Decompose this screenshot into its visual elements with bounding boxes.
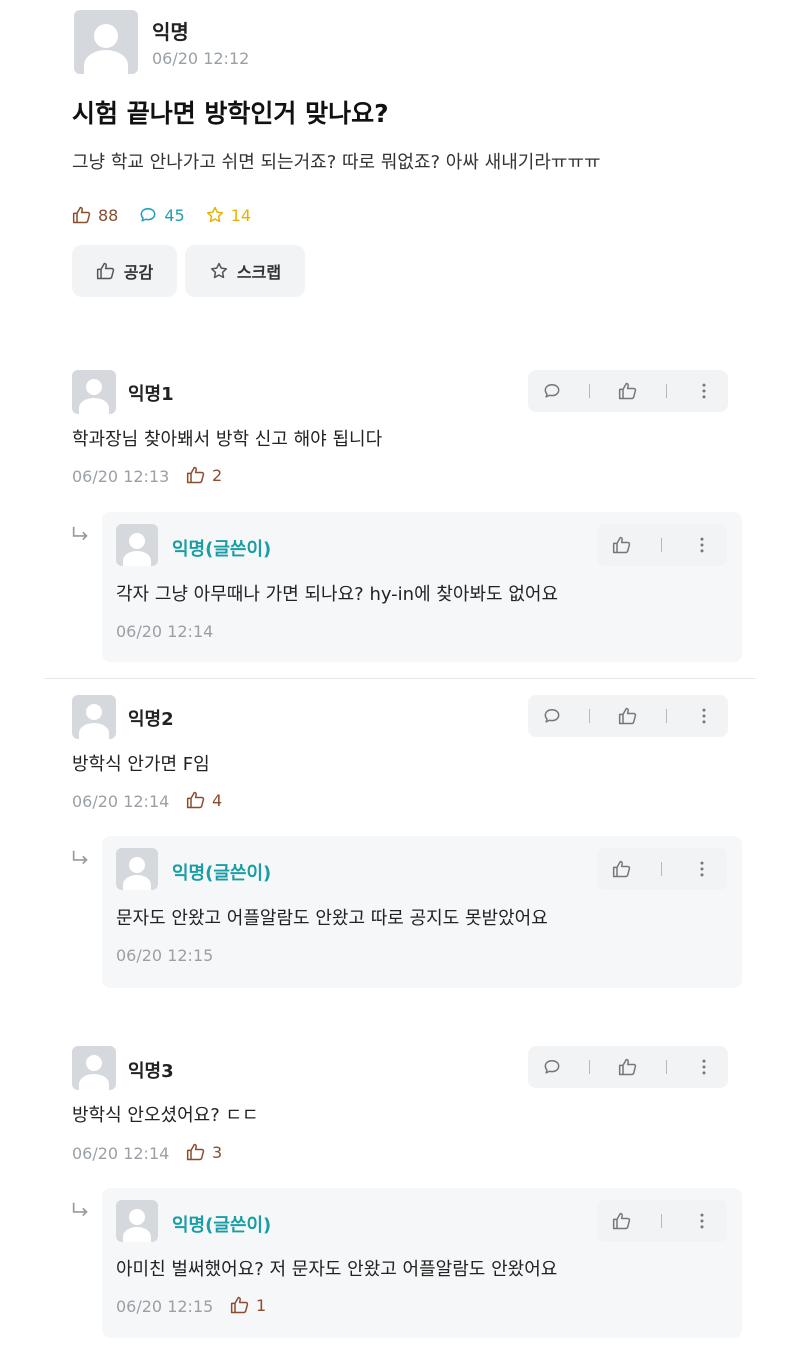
thumbs-up-icon[interactable] xyxy=(612,1211,632,1231)
reply-author: 익명(글쓴이) xyxy=(172,1215,272,1236)
avatar xyxy=(72,370,116,414)
comment-stat: 45 xyxy=(138,205,185,225)
reply-text: 아미친 벌써했어요? 저 문자도 안왔고 어플알람도 안왔어요 xyxy=(116,1259,558,1280)
reply-speech-bubble-icon[interactable] xyxy=(542,1057,562,1077)
reply-arrow-icon xyxy=(70,848,92,870)
like-count: 2 xyxy=(212,465,223,485)
comment-likes: 2 xyxy=(186,465,222,485)
reply-action-bar xyxy=(597,848,727,890)
reply-time: 06/20 12:14 xyxy=(116,622,214,641)
comment-time: 06/20 12:14 xyxy=(72,792,170,811)
reply-time: 06/20 12:15 xyxy=(116,946,214,965)
comment-author: 익명1 xyxy=(128,384,174,405)
more-vertical-icon[interactable] xyxy=(694,381,714,401)
scrap-stat: 14 xyxy=(205,205,251,225)
scrap-count: 14 xyxy=(230,205,252,225)
comment-text: 학과장님 찾아봬서 방학 신고 해야 됩니다 xyxy=(72,429,383,450)
reply-speech-bubble-icon[interactable] xyxy=(542,381,562,401)
reply-author: 익명(글쓴이) xyxy=(172,863,272,884)
more-vertical-icon[interactable] xyxy=(694,706,714,726)
like-stat: 88 xyxy=(72,205,118,225)
thumbs-up-icon xyxy=(96,261,116,281)
star-icon xyxy=(205,205,225,225)
comment-author: 익명2 xyxy=(128,709,174,730)
reply-action-bar xyxy=(597,1200,727,1242)
post-title: 시험 끝나면 방학인거 맞나요? xyxy=(72,99,389,128)
like-count: 1 xyxy=(256,1295,267,1315)
separator xyxy=(665,1060,667,1074)
reply-arrow-icon xyxy=(70,1200,92,1222)
reply-likes: 1 xyxy=(230,1295,266,1315)
thumbs-up-icon xyxy=(230,1295,250,1315)
thumbs-up-icon[interactable] xyxy=(612,535,632,555)
thumbs-up-icon[interactable] xyxy=(618,706,638,726)
comment-author: 익명3 xyxy=(128,1061,174,1082)
thumbs-up-icon[interactable] xyxy=(612,859,632,879)
comment-text: 방학식 안가면 F임 xyxy=(72,754,210,775)
post-body: 그냥 학교 안나가고 쉬면 되는거죠? 따로 뭐없죠? 아싸 새내기라ㅠㅠㅠ xyxy=(72,152,601,173)
star-icon xyxy=(209,261,229,281)
avatar xyxy=(116,848,158,890)
reply-author: 익명(글쓴이) xyxy=(172,539,272,560)
comment-time: 06/20 12:13 xyxy=(72,467,170,486)
scrap-button-label: 스크랩 xyxy=(236,263,282,282)
like-button-label: 공감 xyxy=(123,263,154,282)
divider xyxy=(44,678,756,679)
reply-speech-bubble-icon[interactable] xyxy=(542,706,562,726)
separator xyxy=(589,1060,591,1074)
reply-arrow-icon xyxy=(70,524,92,546)
comment-action-bar xyxy=(528,370,728,412)
comment-likes: 3 xyxy=(186,1142,222,1162)
reply-action-bar xyxy=(597,524,727,566)
post-stats: 88 45 14 xyxy=(72,205,251,225)
more-vertical-icon[interactable] xyxy=(692,859,712,879)
post-time: 06/20 12:12 xyxy=(152,49,250,68)
comment-likes: 4 xyxy=(186,790,222,810)
like-count: 88 xyxy=(98,205,119,225)
avatar xyxy=(74,10,138,74)
separator xyxy=(589,709,591,723)
comment-time: 06/20 12:14 xyxy=(72,1144,170,1163)
scrap-button[interactable]: 스크랩 xyxy=(185,245,305,297)
like-button[interactable]: 공감 xyxy=(72,245,177,297)
separator xyxy=(661,1214,663,1228)
reply-text: 각자 그냥 아무때나 가면 되나요? hy-in에 찾아봐도 없어요 xyxy=(116,584,559,605)
reply-text: 문자도 안왔고 어플알람도 안왔고 따로 공지도 못받았어요 xyxy=(116,908,548,929)
thumbs-up-icon xyxy=(186,1142,206,1162)
more-vertical-icon[interactable] xyxy=(692,1211,712,1231)
thumbs-up-icon[interactable] xyxy=(618,1057,638,1077)
speech-bubble-icon xyxy=(138,205,158,225)
thumbs-up-icon xyxy=(72,205,92,225)
post-author: 익명 xyxy=(152,20,189,44)
avatar xyxy=(72,1046,116,1090)
like-count: 3 xyxy=(212,1142,223,1162)
separator xyxy=(661,538,663,552)
separator xyxy=(665,384,667,398)
comment-action-bar xyxy=(528,695,728,737)
like-count: 4 xyxy=(212,790,223,810)
comment-text: 방학식 안오셨어요? ㄷㄷ xyxy=(72,1105,259,1126)
more-vertical-icon[interactable] xyxy=(692,535,712,555)
comment-count: 45 xyxy=(164,205,185,225)
thumbs-up-icon xyxy=(186,790,206,810)
thumbs-up-icon xyxy=(186,465,206,485)
avatar xyxy=(116,524,158,566)
thumbs-up-icon[interactable] xyxy=(618,381,638,401)
separator xyxy=(665,709,667,723)
more-vertical-icon[interactable] xyxy=(694,1057,714,1077)
separator xyxy=(661,862,663,876)
separator xyxy=(589,384,591,398)
comment-action-bar xyxy=(528,1046,728,1088)
avatar xyxy=(116,1200,158,1242)
reply-time: 06/20 12:15 xyxy=(116,1297,214,1316)
avatar xyxy=(72,695,116,739)
